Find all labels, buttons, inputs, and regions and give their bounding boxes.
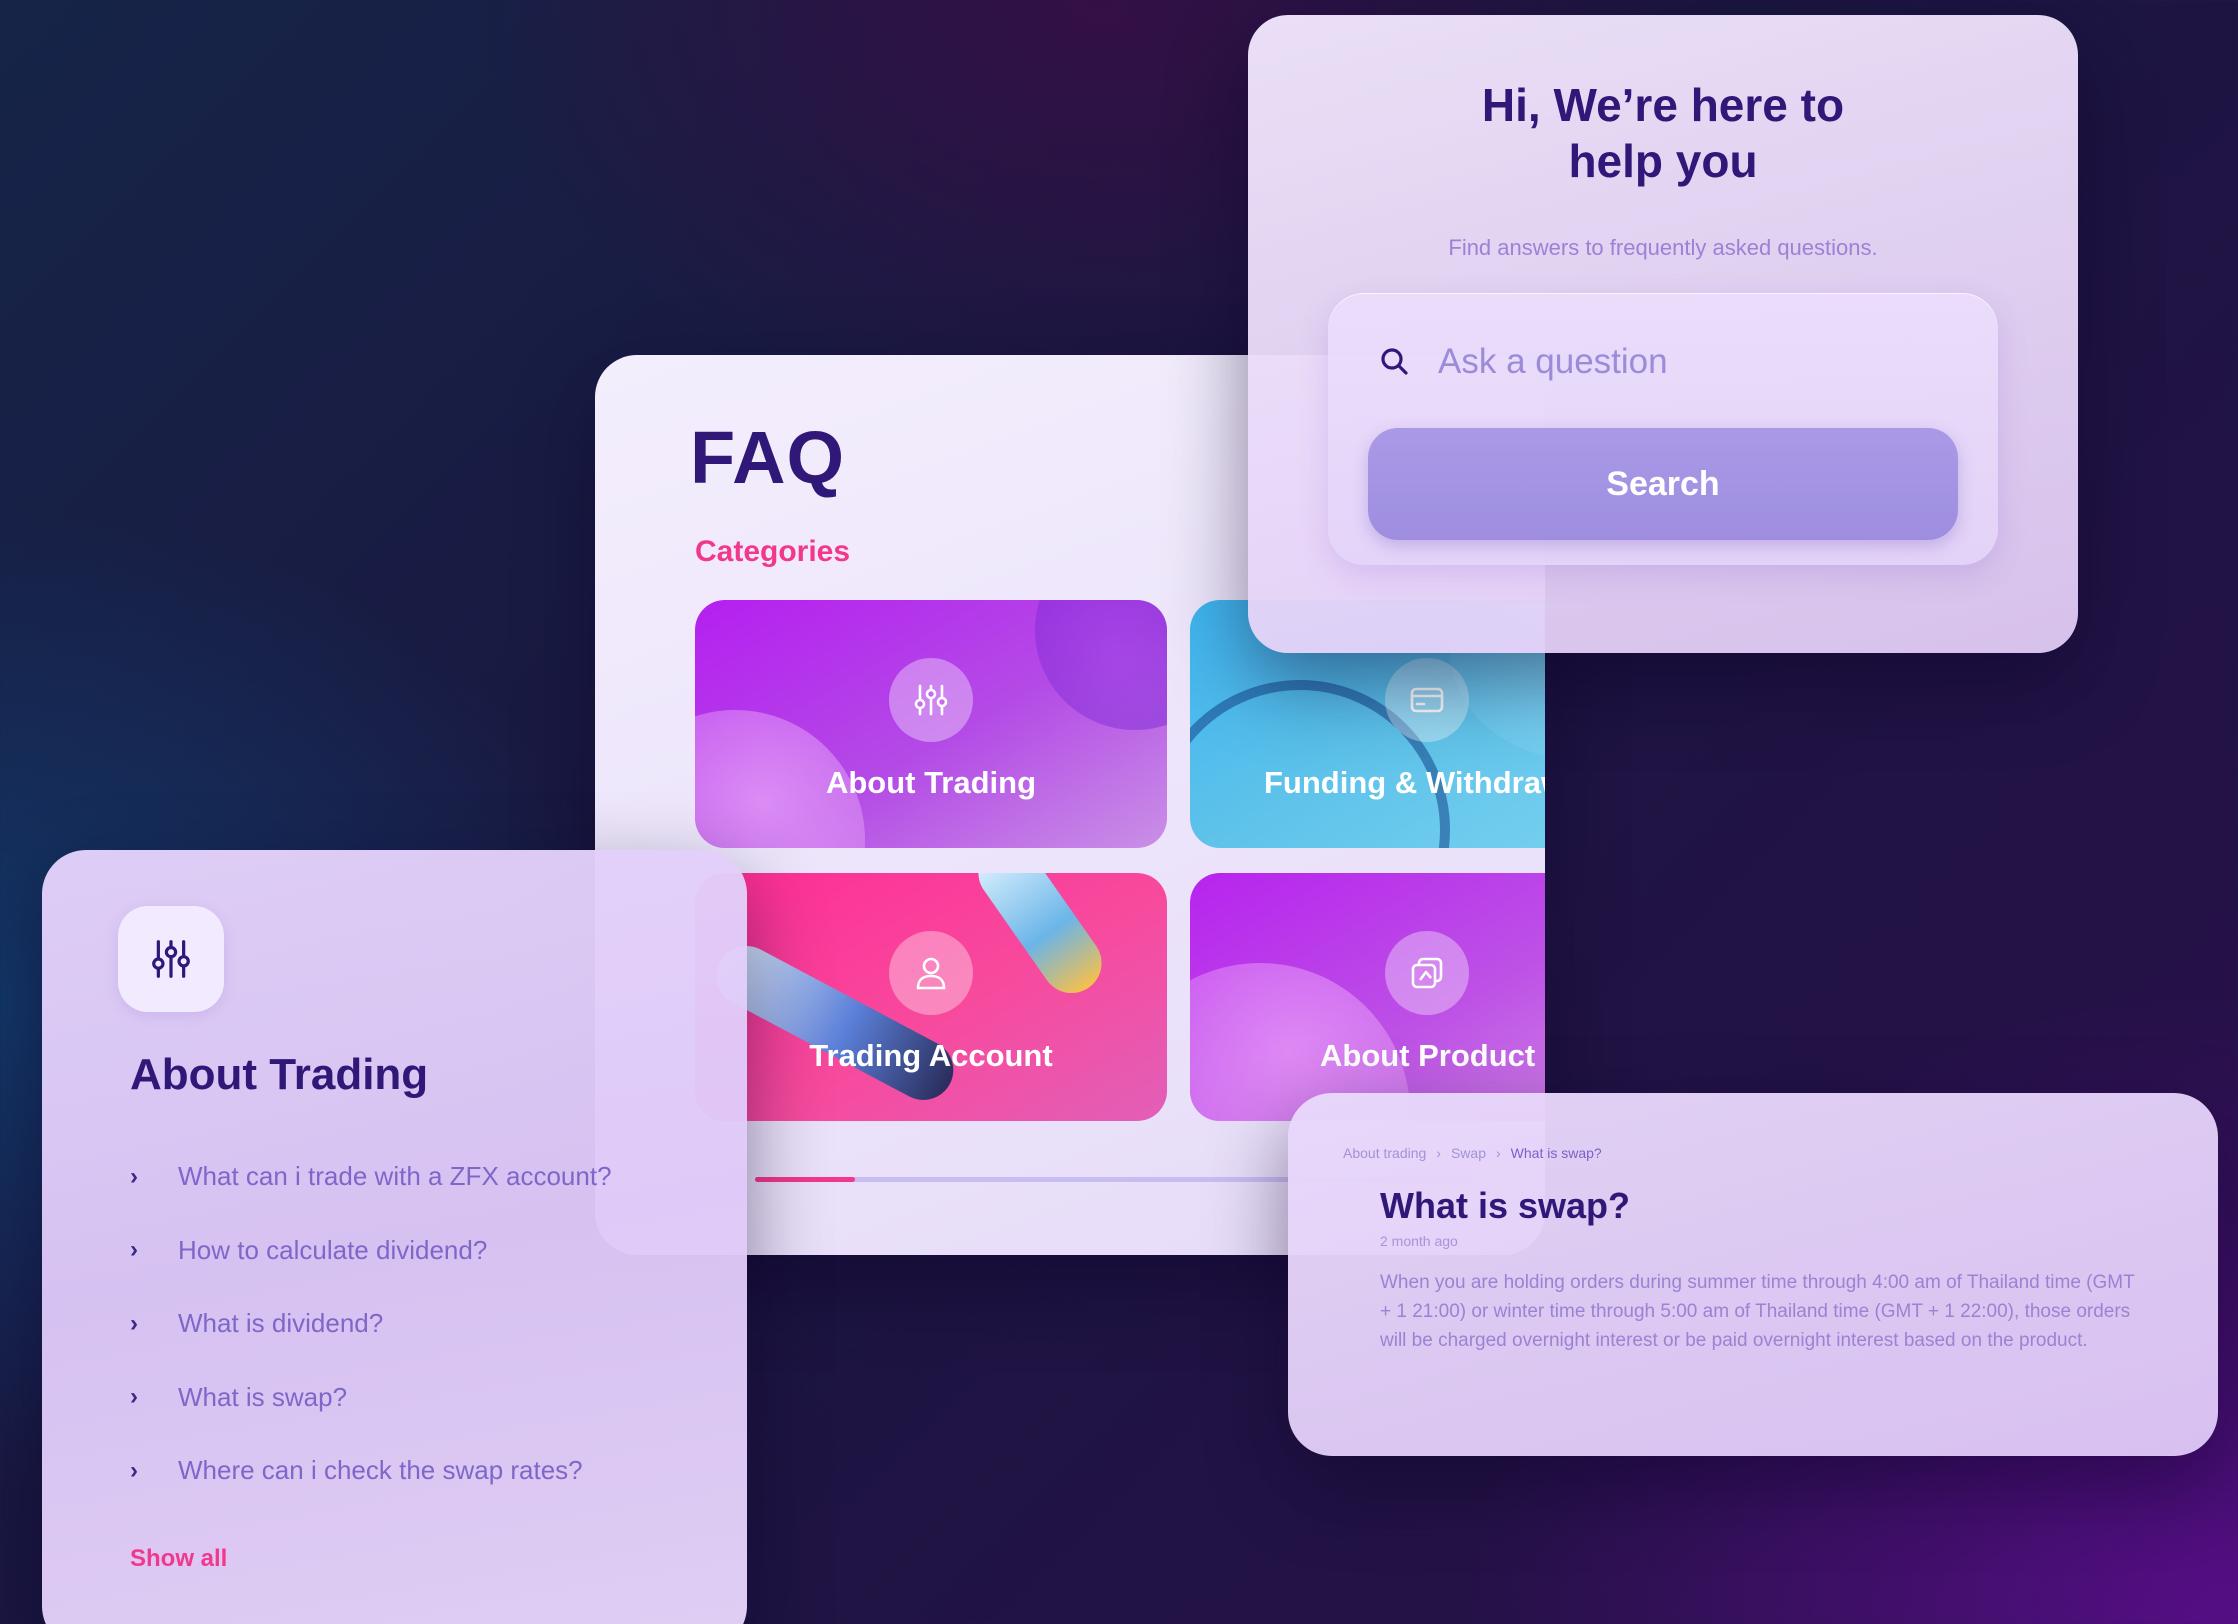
question-text: Where can i check the swap rates? bbox=[178, 1455, 583, 1486]
help-title-line1: Hi, We’re here to bbox=[1481, 79, 1845, 131]
question-item[interactable]: › What is dividend? bbox=[130, 1287, 612, 1361]
search-button[interactable]: Search bbox=[1368, 428, 1958, 540]
breadcrumb-separator: › bbox=[1436, 1145, 1441, 1161]
search-icon bbox=[1381, 348, 1408, 375]
article-body: When you are holding orders during summe… bbox=[1380, 1272, 2135, 1351]
question-text: What is dividend? bbox=[178, 1308, 384, 1339]
question-list: › What can i trade with a ZFX account? ›… bbox=[130, 1140, 612, 1508]
chevron-right-icon: › bbox=[130, 1383, 138, 1411]
help-title-line2: help you bbox=[1568, 135, 1758, 187]
sliders-icon bbox=[889, 658, 973, 742]
faq-title: FAQ bbox=[690, 416, 846, 499]
carousel-scroll-thumb[interactable] bbox=[755, 1177, 855, 1182]
article-timestamp: 2 month ago bbox=[1380, 1233, 1458, 1249]
category-label: About Product bbox=[1320, 1038, 1536, 1073]
category-label: Funding & Withdrawal bbox=[1264, 765, 1545, 800]
search-input[interactable] bbox=[1438, 329, 1958, 395]
question-text: What is swap? bbox=[178, 1381, 348, 1412]
category-card-about-trading[interactable]: About Trading bbox=[695, 600, 1167, 848]
sliders-icon bbox=[118, 906, 224, 1012]
breadcrumb-item[interactable]: Swap bbox=[1451, 1145, 1486, 1161]
categories-heading: Categories bbox=[695, 535, 851, 568]
help-title: Hi, We’re here to help you bbox=[1248, 77, 2078, 189]
decorative-pen bbox=[966, 873, 1114, 1005]
category-card-about-product[interactable]: About Product bbox=[1190, 873, 1545, 1121]
chevron-right-icon: › bbox=[130, 1309, 138, 1337]
about-trading-panel: About Trading › What can i trade with a … bbox=[42, 850, 747, 1624]
help-panel: Hi, We’re here to help you Find answers … bbox=[1248, 15, 2078, 653]
show-all-link[interactable]: Show all bbox=[130, 1545, 227, 1573]
user-icon bbox=[889, 931, 973, 1015]
breadcrumb-current: What is swap? bbox=[1510, 1145, 1602, 1161]
decorative-bubble bbox=[1035, 600, 1167, 730]
article-title: What is swap? bbox=[1380, 1185, 1631, 1226]
card-icon bbox=[1385, 658, 1469, 742]
breadcrumb-separator: › bbox=[1496, 1145, 1501, 1161]
question-text: What can i trade with a ZFX account? bbox=[178, 1161, 612, 1192]
chevron-right-icon: › bbox=[130, 1236, 138, 1264]
category-label: About Trading bbox=[825, 765, 1037, 800]
question-item[interactable]: › What can i trade with a ZFX account? bbox=[130, 1140, 612, 1214]
breadcrumb: About trading › Swap › What is swap? bbox=[1343, 1145, 1602, 1161]
chevron-right-icon: › bbox=[130, 1162, 138, 1190]
article-panel: About trading › Swap › What is swap? What is… bbox=[1288, 1093, 2218, 1456]
layers-icon bbox=[1385, 931, 1469, 1015]
breadcrumb-item[interactable]: About trading bbox=[1343, 1145, 1426, 1161]
question-item[interactable]: › What is swap? bbox=[130, 1361, 612, 1435]
question-text: How to calculate dividend? bbox=[178, 1234, 488, 1265]
category-card-trading-account[interactable]: Trading Account bbox=[695, 873, 1167, 1121]
category-label: Trading Account bbox=[809, 1038, 1053, 1073]
help-subtitle: Find answers to frequently asked questio… bbox=[1448, 235, 1878, 260]
question-item[interactable]: › Where can i check the swap rates? bbox=[130, 1434, 612, 1508]
question-item[interactable]: › How to calculate dividend? bbox=[130, 1214, 612, 1288]
search-box: Search bbox=[1328, 293, 1998, 565]
about-trading-title: About Trading bbox=[130, 1050, 429, 1099]
chevron-right-icon: › bbox=[130, 1456, 138, 1484]
